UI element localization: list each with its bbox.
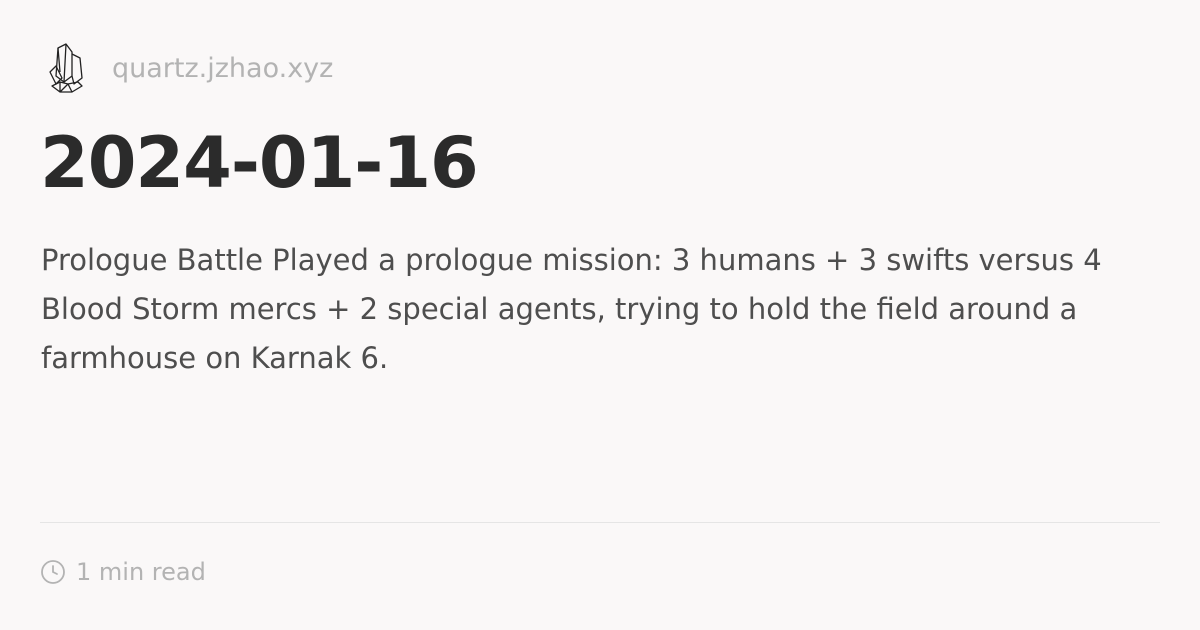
site-header: quartz.jzhao.xyz <box>46 42 333 94</box>
clock-icon <box>41 560 65 584</box>
divider <box>40 522 1160 523</box>
page-title: 2024-01-16 <box>40 122 479 204</box>
reading-time: 1 min read <box>40 558 206 586</box>
page-description: Prologue Battle Played a prologue missio… <box>41 243 1102 375</box>
crystal-icon <box>49 43 83 93</box>
read-time-label: 1 min read <box>76 558 206 586</box>
site-name[interactable]: quartz.jzhao.xyz <box>112 53 333 84</box>
